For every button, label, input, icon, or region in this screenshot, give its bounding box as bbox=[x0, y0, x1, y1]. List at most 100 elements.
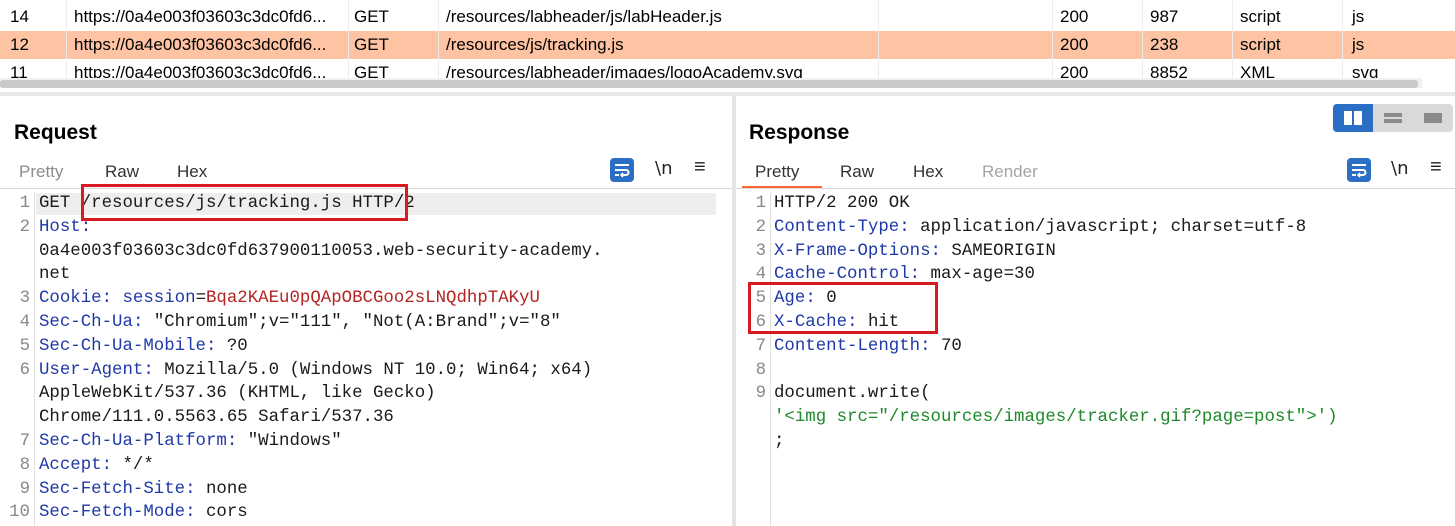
cell-length: 238 bbox=[1150, 35, 1179, 54]
cell-mime-type: script bbox=[1240, 7, 1281, 26]
show-newlines-button[interactable]: \n bbox=[655, 158, 672, 179]
code-line: net bbox=[39, 265, 71, 285]
scrollbar-thumb[interactable] bbox=[0, 80, 1418, 88]
tab-pretty[interactable]: Pretty bbox=[19, 162, 63, 182]
code-line: Cookie: session=Bqa2KAEu0pQApOBCGoo2sLNQ… bbox=[39, 289, 540, 309]
line-number: 8 bbox=[755, 360, 766, 380]
code-line: Sec-Fetch-Site: none bbox=[39, 479, 248, 499]
cell-mime-type: script bbox=[1240, 35, 1281, 54]
header-value: SAMEORIGIN bbox=[951, 241, 1056, 261]
tab-hex[interactable]: Hex bbox=[177, 162, 207, 182]
column-divider bbox=[348, 0, 349, 88]
table-row-selected[interactable]: 12 https://0a4e003f03603c3dc0fd6... GET … bbox=[0, 31, 1455, 59]
cell-extension: js bbox=[1352, 35, 1365, 54]
highlight-box-request-path bbox=[81, 184, 408, 221]
code-line: User-Agent: Mozilla/5.0 (Windows NT 10.0… bbox=[39, 360, 593, 380]
header-name: Content-Length bbox=[774, 336, 921, 356]
tab-render[interactable]: Render bbox=[982, 162, 1038, 182]
word-wrap-button[interactable] bbox=[610, 158, 634, 182]
cell-status: 200 bbox=[1060, 35, 1089, 54]
cell-host: https://0a4e003f03603c3dc0fd6... bbox=[74, 7, 327, 26]
line-number: 10 bbox=[9, 503, 30, 523]
single-pane-icon bbox=[1424, 113, 1442, 123]
cell-id: 12 bbox=[10, 35, 29, 54]
cookie-name: session bbox=[122, 289, 196, 309]
code-line: Sec-Ch-Ua-Mobile: ?0 bbox=[39, 336, 248, 356]
gutter-divider bbox=[770, 192, 771, 526]
line-number: 8 bbox=[19, 455, 30, 475]
tab-pretty[interactable]: Pretty bbox=[755, 162, 799, 182]
cell-id: 14 bbox=[10, 7, 29, 26]
header-value: "Chromium";v="111", "Not(A:Brand";v="8" bbox=[153, 313, 561, 332]
cell-extension: js bbox=[1352, 7, 1365, 26]
header-name: Sec-Ch-Ua-Platform bbox=[39, 432, 227, 451]
header-name: Sec-Fetch-Mode bbox=[39, 503, 186, 523]
string-literal: '<img src="/resources/images/tracker.gif… bbox=[774, 408, 1338, 428]
layout-side-by-side-button[interactable] bbox=[1333, 104, 1373, 132]
line-number: 5 bbox=[19, 336, 30, 356]
code-line: Chrome/111.0.5563.65 Safari/537.36 bbox=[39, 408, 394, 428]
column-divider bbox=[1052, 0, 1053, 88]
cell-method: GET bbox=[354, 7, 389, 26]
line-number: 3 bbox=[755, 241, 766, 261]
header-name: Sec-Ch-Ua-Mobile bbox=[39, 336, 206, 356]
response-editor[interactable]: 1 HTTP/2 200 OK 2 Content-Type: applicat… bbox=[736, 192, 1455, 526]
tab-hex[interactable]: Hex bbox=[913, 162, 943, 182]
request-method: GET bbox=[39, 194, 71, 213]
line-number: 7 bbox=[755, 336, 766, 356]
menu-icon[interactable]: ≡ bbox=[1430, 156, 1442, 179]
columns-icon bbox=[1344, 111, 1362, 125]
header-value: max-age=30 bbox=[930, 265, 1035, 285]
column-divider bbox=[1232, 0, 1233, 88]
code-line: Sec-Ch-Ua: "Chromium";v="111", "Not(A:Br… bbox=[39, 313, 561, 332]
header-value: "Windows" bbox=[247, 432, 342, 451]
line-number: 7 bbox=[19, 432, 30, 451]
layout-toggle bbox=[1333, 104, 1453, 132]
line-number: 3 bbox=[19, 289, 30, 309]
code-line: Sec-Ch-Ua-Platform: "Windows" bbox=[39, 432, 342, 451]
column-divider bbox=[1142, 0, 1143, 88]
header-value: Mozilla/5.0 (Windows NT 10.0; Win64; x64… bbox=[164, 360, 593, 380]
line-number: 1 bbox=[19, 194, 30, 213]
code-line: Accept: */* bbox=[39, 455, 154, 475]
proxy-history-table: 14 https://0a4e003f03603c3dc0fd6... GET … bbox=[0, 0, 1455, 88]
cell-host: https://0a4e003f03603c3dc0fd6... bbox=[74, 35, 327, 54]
line-number: 6 bbox=[19, 360, 30, 380]
status-line: HTTP/2 200 OK bbox=[774, 194, 910, 213]
header-value: ?0 bbox=[226, 336, 248, 356]
cell-status: 200 bbox=[1060, 7, 1089, 26]
menu-icon[interactable]: ≡ bbox=[694, 156, 706, 179]
word-wrap-button[interactable] bbox=[1347, 158, 1371, 182]
line-number: 1 bbox=[755, 194, 766, 213]
line-number: 4 bbox=[19, 313, 30, 332]
rows-icon bbox=[1384, 113, 1402, 123]
request-editor[interactable]: 1 GET /resources/js/tracking.js HTTP/2 2… bbox=[0, 184, 732, 526]
response-panel: Response Pretty Raw Hex Render \n ≡ 1 HT… bbox=[736, 96, 1455, 526]
layout-single-button[interactable] bbox=[1413, 104, 1453, 132]
tab-raw[interactable]: Raw bbox=[105, 162, 139, 182]
tab-raw[interactable]: Raw bbox=[840, 162, 874, 182]
header-value: 70 bbox=[940, 336, 962, 356]
layout-stacked-button[interactable] bbox=[1373, 104, 1413, 132]
code-line: Sec-Fetch-Mode: cors bbox=[39, 503, 248, 523]
wrap-icon bbox=[1352, 164, 1367, 178]
header-value: none bbox=[205, 479, 248, 499]
header-name: X-Frame-Options bbox=[774, 241, 931, 261]
code-line: AppleWebKit/537.36 (KHTML, like Gecko) bbox=[39, 384, 436, 404]
code-line: Content-Type: application/javascript; ch… bbox=[774, 217, 1307, 237]
line-number: 2 bbox=[19, 217, 30, 237]
code-line: ; bbox=[774, 432, 785, 451]
line-number: 9 bbox=[755, 384, 766, 404]
show-newlines-button[interactable]: \n bbox=[1391, 158, 1408, 179]
code-line: 0a4e003f03603c3dc0fd637900110053.web-sec… bbox=[39, 241, 603, 261]
code-line: document.write( bbox=[774, 384, 931, 404]
request-panel: Request Pretty Raw Hex \n ≡ 1 GET /resou… bbox=[0, 96, 732, 526]
table-row[interactable]: 14 https://0a4e003f03603c3dc0fd6... GET … bbox=[0, 3, 1455, 31]
panel-title: Response bbox=[749, 121, 850, 144]
header-name: Accept bbox=[39, 455, 102, 475]
gutter-divider bbox=[34, 192, 35, 526]
header-name: Cookie bbox=[39, 289, 102, 309]
cell-url: /resources/js/tracking.js bbox=[446, 35, 624, 54]
highlight-box-cache-headers bbox=[748, 282, 938, 334]
code-line: X-Frame-Options: SAMEORIGIN bbox=[774, 241, 1056, 261]
